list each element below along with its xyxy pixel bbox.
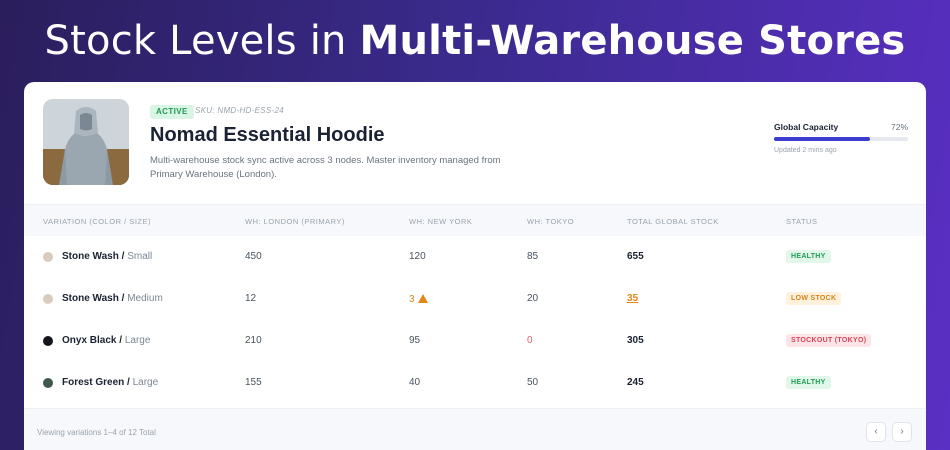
variation-size: Large	[132, 377, 159, 388]
table-row[interactable]: Stone Wash / Medium 12 3 20 35 LOW STOCK	[24, 278, 926, 320]
color-swatch	[43, 378, 53, 388]
global-capacity: Global Capacity 72% Updated 2 mins ago	[774, 122, 908, 154]
table-header: VARIATION (COLOR / SIZE) WH: LONDON (PRI…	[24, 204, 926, 236]
london-stock: 450	[245, 251, 262, 262]
pagination-summary: Viewing variations 1–4 of 12 Total	[37, 428, 156, 437]
total-stock: 655	[627, 251, 644, 262]
product-card: ACTIVE SKU: NMD-HD-ESS-24 Nomad Essentia…	[24, 82, 926, 450]
status-badge: HEALTHY	[786, 250, 831, 263]
new-york-stock: 3	[409, 293, 428, 305]
status-badge: ACTIVE	[150, 105, 194, 119]
new-york-value: 40	[409, 377, 421, 388]
variation-separator: /	[116, 335, 125, 346]
status-badge: LOW STOCK	[786, 292, 842, 305]
header-london: WH: LONDON (PRIMARY)	[245, 217, 345, 226]
product-header: ACTIVE SKU: NMD-HD-ESS-24 Nomad Essentia…	[24, 82, 926, 204]
tokyo-stock: 0	[527, 335, 533, 346]
warning-icon	[417, 294, 428, 303]
table-footer: Viewing variations 1–4 of 12 Total ‹ ›	[24, 408, 926, 450]
total-stock: 305	[627, 335, 644, 346]
page-title: Nomad Essential Hoodie	[150, 124, 385, 146]
new-york-value: 120	[409, 251, 426, 262]
variation-separator: /	[118, 293, 128, 304]
header-new-york: WH: NEW YORK	[409, 217, 473, 226]
color-swatch	[43, 336, 53, 346]
prev-page-button[interactable]: ‹	[866, 422, 886, 442]
capacity-value: 72%	[890, 122, 908, 132]
table-row[interactable]: Stone Wash / Small 450 120 85 655 HEALTHY	[24, 236, 926, 278]
banner-title-light: Stock Levels in	[44, 18, 360, 64]
variation-color: Onyx Black	[62, 335, 117, 346]
variation-color: Stone Wash	[62, 293, 119, 304]
variation-size: Large	[124, 335, 151, 346]
variation-cell: Forest Green / Large	[62, 377, 158, 388]
status-badge: HEALTHY	[786, 376, 831, 389]
variation-size: Medium	[127, 293, 163, 304]
new-york-value: 3	[409, 294, 415, 305]
banner-title-bold: Multi-Warehouse Stores	[359, 18, 906, 64]
total-stock: 245	[627, 377, 644, 388]
header-tokyo: WH: TOKYO	[527, 217, 575, 226]
variation-size: Small	[127, 251, 153, 262]
total-stock: 35	[627, 293, 639, 304]
product-sku: SKU: NMD-HD-ESS-24	[195, 106, 284, 115]
status-badge: STOCKOUT (TOKYO)	[786, 334, 872, 347]
capacity-bar	[774, 137, 908, 141]
variation-separator: /	[118, 251, 128, 262]
banner-title: Stock Levels in Multi-Warehouse Stores	[0, 18, 950, 64]
capacity-updated: Updated 2 mins ago	[774, 147, 837, 154]
london-stock: 12	[245, 293, 257, 304]
header-variation: VARIATION (COLOR / SIZE)	[43, 217, 151, 226]
new-york-stock: 95	[409, 335, 420, 346]
capacity-label: Global Capacity	[774, 122, 839, 132]
chevron-right-icon: ›	[900, 426, 904, 437]
variation-cell: Onyx Black / Large	[62, 335, 150, 346]
new-york-value: 95	[409, 335, 421, 346]
variation-cell: Stone Wash / Medium	[62, 293, 163, 304]
new-york-stock: 40	[409, 377, 420, 388]
next-page-button[interactable]: ›	[892, 422, 912, 442]
color-swatch	[43, 294, 53, 304]
variation-color: Stone Wash	[62, 251, 119, 262]
header-status: STATUS	[786, 217, 818, 226]
london-stock: 210	[245, 335, 262, 346]
color-swatch	[43, 252, 53, 262]
stock-table: VARIATION (COLOR / SIZE) WH: LONDON (PRI…	[24, 204, 926, 404]
chevron-left-icon: ‹	[874, 426, 878, 437]
tokyo-stock: 20	[527, 293, 539, 304]
tokyo-stock: 50	[527, 377, 539, 388]
product-image	[43, 99, 129, 185]
product-description: Multi-warehouse stock sync active across…	[150, 155, 501, 180]
variation-color: Forest Green	[62, 377, 125, 388]
table-row[interactable]: Forest Green / Large 155 40 50 245 HEALTHY	[24, 362, 926, 404]
variation-separator: /	[124, 377, 133, 388]
new-york-stock: 120	[409, 251, 426, 262]
variation-cell: Stone Wash / Small	[62, 251, 152, 262]
tokyo-stock: 85	[527, 251, 539, 262]
capacity-bar-fill	[774, 137, 871, 141]
table-row[interactable]: Onyx Black / Large 210 95 0 305 STOCKOUT (TOK…	[24, 320, 926, 362]
london-stock: 155	[245, 377, 262, 388]
header-total: TOTAL GLOBAL STOCK	[627, 217, 719, 226]
